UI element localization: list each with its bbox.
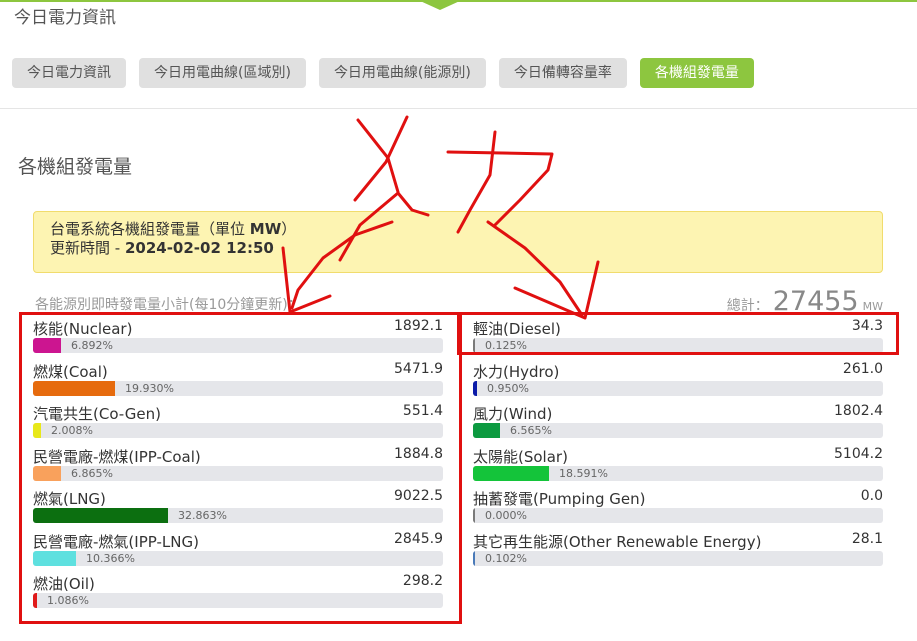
- scribble-stroke-2: [353, 115, 409, 202]
- scribble-stroke-4: [338, 191, 400, 262]
- handwritten-annotation: [281, 115, 600, 320]
- arrow-right-head: [513, 260, 600, 320]
- scribble-stroke-6: [456, 130, 497, 234]
- arrow-left-shaft: [290, 220, 394, 310]
- scribble-stroke-3: [396, 191, 430, 217]
- scribble-stroke-5: [446, 150, 554, 227]
- scribble-stroke-1: [356, 118, 400, 194]
- arrow-right-shaft: [486, 220, 584, 317]
